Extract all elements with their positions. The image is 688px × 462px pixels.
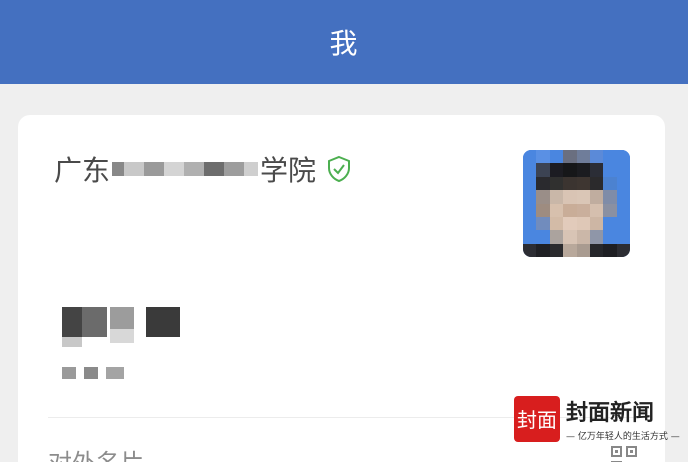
watermark-text: 封面新闻 — 亿万年轻人的生活方式 — [566, 395, 680, 442]
redacted-school-name [112, 162, 259, 176]
school-row: 广东 学院 [54, 149, 352, 189]
avatar-photo [523, 150, 630, 257]
shield-check-icon [328, 155, 351, 183]
watermark-brand: 封面新闻 [566, 400, 655, 426]
watermark: 封面 封面新闻 — 亿万年轻人的生活方式 — [514, 395, 680, 442]
watermark-logo: 封面 [514, 395, 560, 442]
qr-code-icon[interactable] [610, 445, 638, 462]
page-title: 我 [329, 27, 359, 60]
school-name-suffix: 学院 [260, 154, 317, 187]
school-name-prefix: 广东 [54, 154, 111, 187]
business-card-label[interactable]: 对外名片 [48, 443, 144, 462]
avatar[interactable] [523, 150, 630, 257]
redacted-user-name [62, 307, 192, 397]
top-header: 我 [0, 0, 688, 84]
watermark-slogan: — 亿万年轻人的生活方式 — [566, 432, 680, 442]
